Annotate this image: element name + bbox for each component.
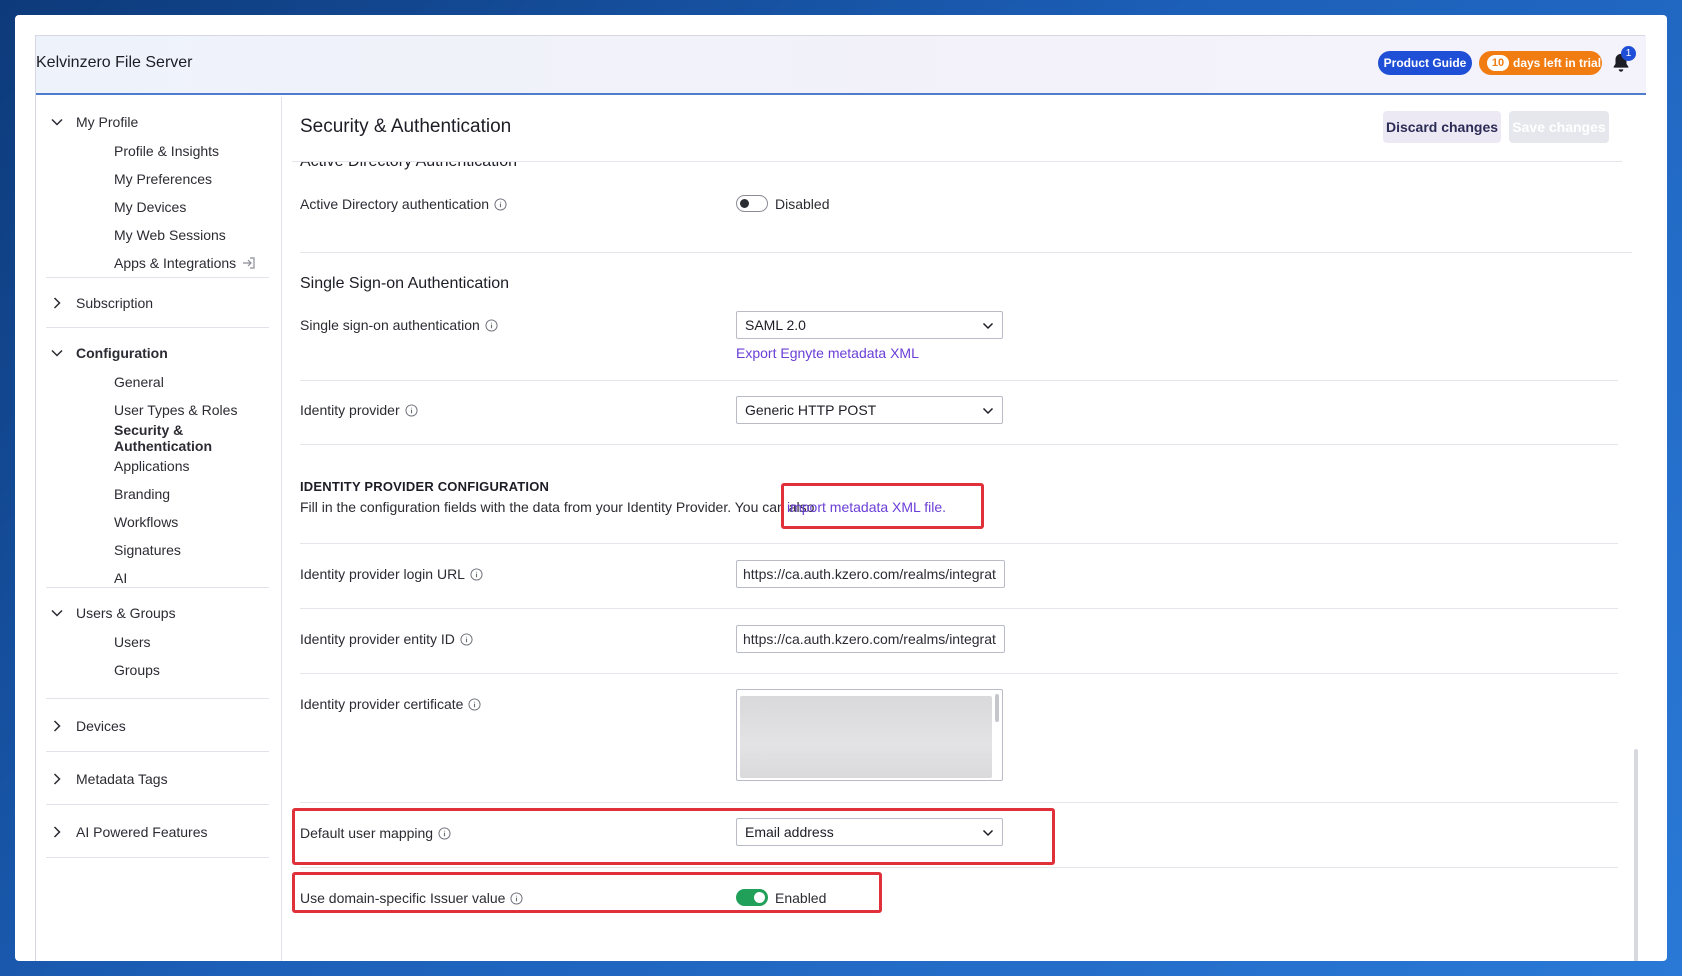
chevron-right-icon [53,720,61,732]
sidebar-item-apps-integrations[interactable]: Apps & Integrations [46,249,269,277]
main-panel: Security & Authentication Discard change… [282,97,1646,961]
sidebar-group-head-my-profile[interactable]: My Profile [46,107,269,137]
certificate-textarea[interactable] [736,689,1003,781]
top-bar: Kelvinzero File Server Product Guide 10 … [36,36,1646,95]
info-icon[interactable] [470,567,483,581]
sidebar: My Profile Profile & Insights My Prefere… [36,97,282,961]
trial-count: 10 [1487,55,1509,71]
highlight-user-mapping [292,808,1055,865]
app-title: Kelvinzero File Server [36,54,193,71]
sidebar-item-security-authentication[interactable]: Security & Authentication [46,422,269,454]
info-icon[interactable] [405,403,418,417]
chevron-right-icon [53,826,61,838]
sidebar-item-my-devices[interactable]: My Devices [46,193,269,221]
divider [300,444,1618,445]
sidebar-item-users[interactable]: Users [46,628,269,656]
certificate-label: Identity provider certificate [300,696,481,712]
sidebar-group-head-devices[interactable]: Devices [46,711,269,741]
export-metadata-link[interactable]: Export Egnyte metadata XML [736,345,919,361]
ad-toggle-state: Disabled [775,196,830,212]
idp-config-description: Fill in the configuration fields with th… [300,499,815,515]
sidebar-group-head-subscription[interactable]: Subscription [46,288,269,318]
settings-scroll-area[interactable]: Active Directory Authentication Active D… [282,162,1646,961]
sidebar-group-configuration: Configuration General User Types & Roles… [46,328,269,588]
highlight-issuer [292,872,882,913]
sidebar-group-head-ai-features[interactable]: AI Powered Features [46,817,269,847]
sidebar-group-metadata-tags: Metadata Tags [46,752,269,805]
info-icon[interactable] [485,318,498,332]
divider [300,608,1618,609]
divider [300,673,1618,674]
sidebar-group-head-metadata-tags[interactable]: Metadata Tags [46,764,269,794]
sidebar-item-my-web-sessions[interactable]: My Web Sessions [46,221,269,249]
chevron-down-icon [982,407,994,415]
sso-section-title: Single Sign-on Authentication [300,275,510,292]
sidebar-item-groups[interactable]: Groups [46,656,269,684]
info-icon[interactable] [460,632,473,646]
chevron-right-icon [53,297,61,309]
sidebar-group-head-configuration[interactable]: Configuration [46,338,269,368]
divider [300,867,1618,868]
divider [300,380,1618,381]
entity-id-label: Identity provider entity ID [300,631,473,647]
ad-toggle[interactable] [736,195,768,212]
save-changes-button[interactable]: Save changes [1509,111,1609,143]
sidebar-group-ai-features: AI Powered Features [46,805,269,858]
login-url-label: Identity provider login URL [300,566,483,582]
sidebar-item-my-preferences[interactable]: My Preferences [46,165,269,193]
sidebar-item-workflows[interactable]: Workflows [46,508,269,536]
info-icon[interactable] [494,197,507,211]
divider [300,543,1618,544]
idp-select[interactable]: Generic HTTP POST [736,396,1003,424]
trial-text: days left in trial [1513,56,1602,70]
entity-id-input[interactable]: https://ca.auth.kzero.com/realms/integra… [736,625,1005,653]
chevron-right-icon [53,773,61,785]
sidebar-item-profile-insights[interactable]: Profile & Insights [46,137,269,165]
idp-config-title: IDENTITY PROVIDER CONFIGURATION [300,479,550,494]
main-scrollbar[interactable] [1634,749,1638,961]
sidebar-item-user-types-roles[interactable]: User Types & Roles [46,396,269,424]
chevron-down-icon [51,609,63,617]
ad-label: Active Directory authentication [300,196,507,212]
sso-select[interactable]: SAML 2.0 [736,311,1003,339]
browser-window: Kelvinzero File Server Product Guide 10 … [15,15,1667,961]
external-link-icon [243,257,255,269]
sidebar-item-applications[interactable]: Applications [46,452,269,480]
chevron-down-icon [51,118,63,126]
sso-label: Single sign-on authentication [300,317,498,333]
idp-label: Identity provider [300,402,418,418]
sidebar-item-signatures[interactable]: Signatures [46,536,269,564]
sidebar-group-my-profile: My Profile Profile & Insights My Prefere… [46,107,269,278]
sidebar-group-users-groups: Users & Groups Users Groups [46,588,269,699]
page-title: Security & Authentication [300,116,512,137]
notification-badge: 1 [1621,46,1636,61]
app-frame: Kelvinzero File Server Product Guide 10 … [35,35,1646,961]
certificate-blurred-content [740,696,992,778]
login-url-input[interactable]: https://ca.auth.kzero.com/realms/integra… [736,560,1005,588]
highlight-import-link [781,483,984,529]
textarea-scrollbar[interactable] [995,694,999,722]
ad-section-title: Active Directory Authentication [300,162,517,171]
sidebar-group-subscription: Subscription [46,278,269,328]
sidebar-group-devices: Devices [46,699,269,752]
info-icon[interactable] [468,697,481,711]
trial-badge[interactable]: 10 days left in trial [1479,51,1602,75]
discard-changes-button[interactable]: Discard changes [1383,111,1501,143]
divider [300,802,1618,803]
sidebar-item-general[interactable]: General [46,368,269,396]
sidebar-item-branding[interactable]: Branding [46,480,269,508]
chevron-down-icon [982,322,994,330]
product-guide-button[interactable]: Product Guide [1378,51,1472,75]
chevron-down-icon [51,349,63,357]
sidebar-group-head-users-groups[interactable]: Users & Groups [46,598,269,628]
divider [300,252,1632,253]
